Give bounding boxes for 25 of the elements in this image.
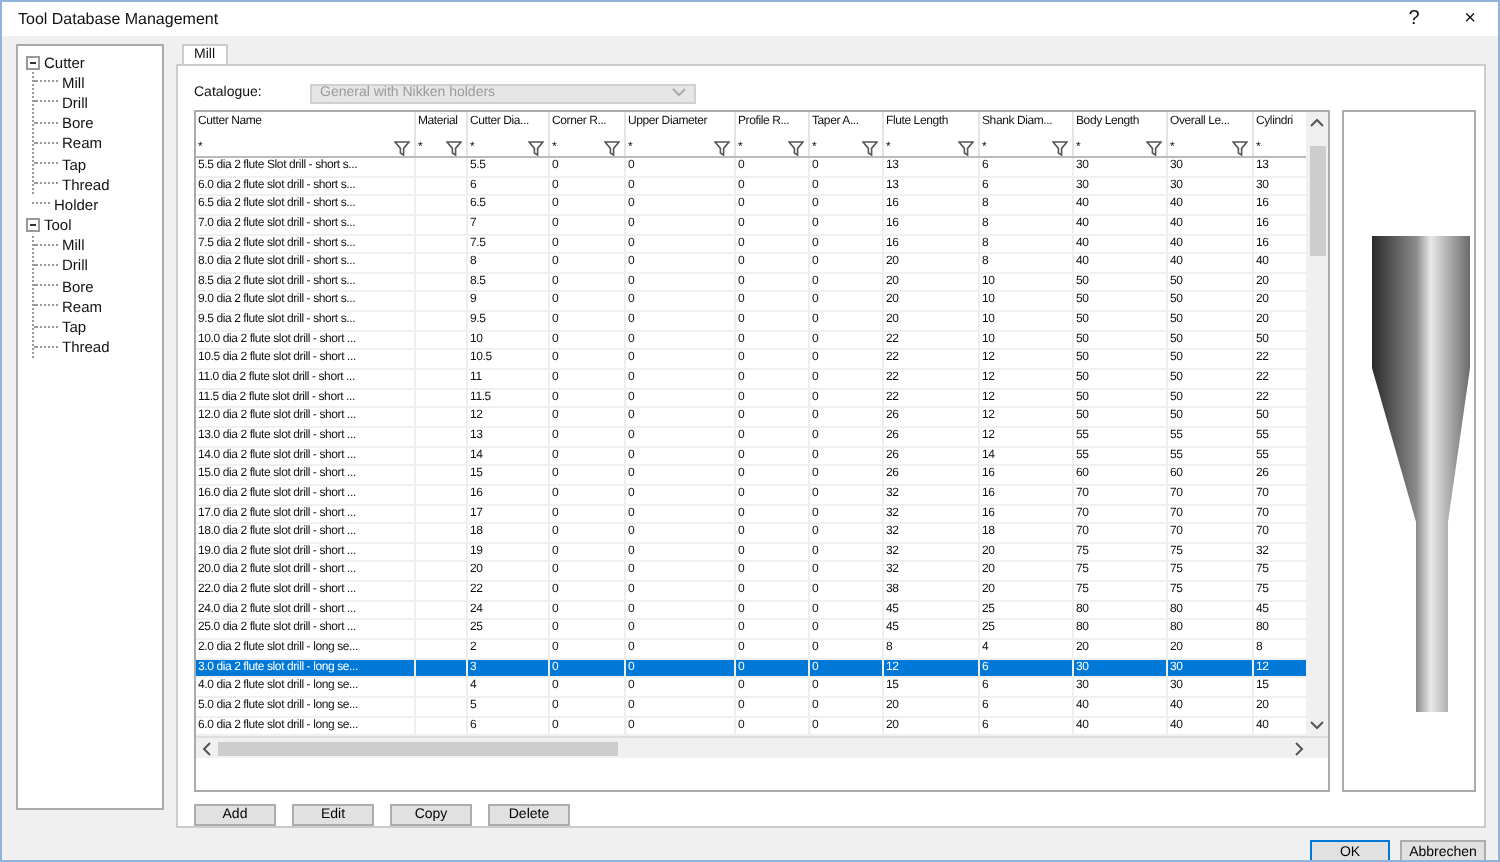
filter-icon[interactable]: [862, 139, 878, 155]
scroll-down-icon[interactable]: [1310, 720, 1324, 731]
scroll-thumb[interactable]: [1309, 146, 1325, 256]
filter-icon[interactable]: [604, 139, 620, 155]
help-button[interactable]: ?: [1386, 8, 1442, 30]
filter-icon[interactable]: [446, 139, 462, 155]
horizontal-scrollbar[interactable]: [196, 736, 1328, 759]
scroll-thumb[interactable]: [218, 741, 618, 756]
filter-icon[interactable]: [1232, 139, 1248, 155]
window-title: Tool Database Management: [18, 10, 221, 28]
collapse-icon[interactable]: [26, 218, 40, 233]
close-button[interactable]: ×: [1442, 8, 1498, 30]
chevron-down-icon: [672, 88, 686, 98]
scroll-right-icon[interactable]: [1294, 741, 1304, 756]
filter-icon[interactable]: [1052, 139, 1068, 155]
vertical-scrollbar[interactable]: [1306, 112, 1328, 737]
scroll-left-icon[interactable]: [202, 741, 212, 756]
filter-icon[interactable]: [528, 139, 544, 155]
collapse-icon[interactable]: [26, 55, 40, 70]
scroll-up-icon[interactable]: [1310, 118, 1324, 128]
filter-icon[interactable]: [958, 139, 974, 155]
filter-icon[interactable]: [1146, 139, 1162, 155]
filter-icon[interactable]: [394, 139, 410, 155]
filter-icon[interactable]: [714, 139, 730, 155]
filter-icon[interactable]: [788, 139, 804, 155]
